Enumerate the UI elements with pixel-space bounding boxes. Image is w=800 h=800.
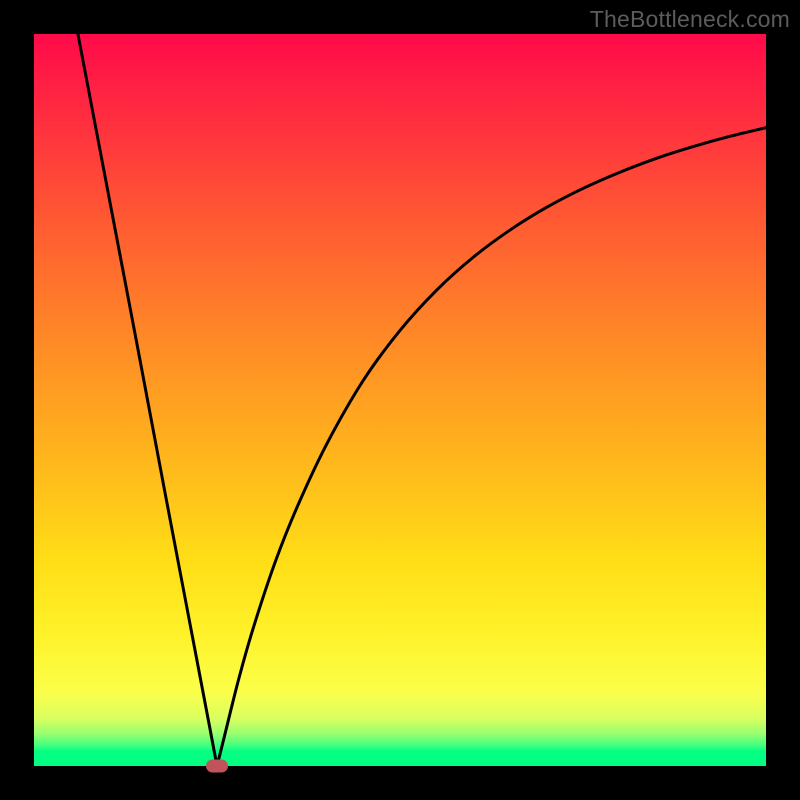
curve-svg xyxy=(34,34,766,766)
minimum-marker xyxy=(206,760,228,773)
curve-left-branch xyxy=(78,34,217,766)
plot-area xyxy=(34,34,766,766)
watermark-text: TheBottleneck.com xyxy=(590,6,790,33)
curve-right-branch xyxy=(217,128,766,766)
chart-frame: TheBottleneck.com xyxy=(0,0,800,800)
